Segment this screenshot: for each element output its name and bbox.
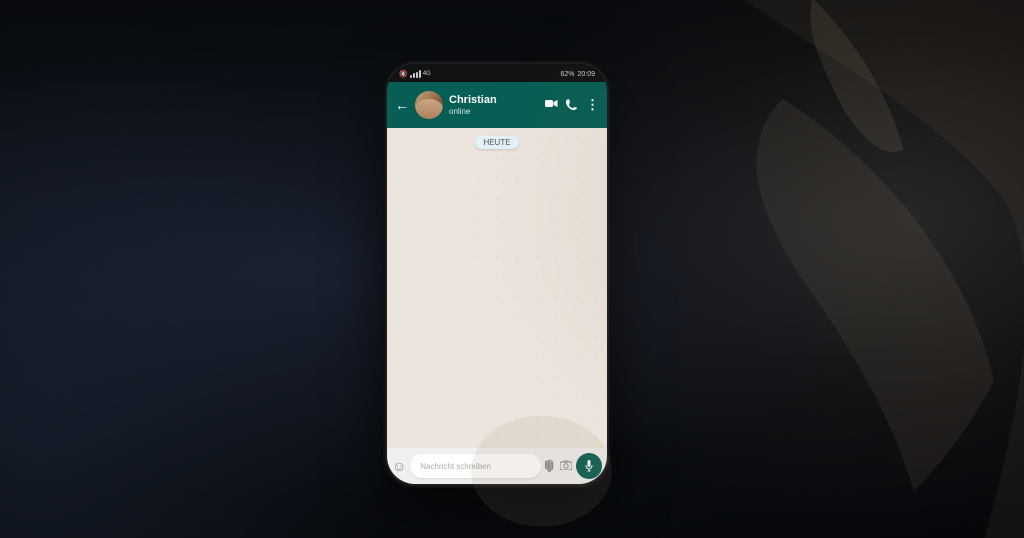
phone-call-button[interactable] (566, 98, 578, 113)
contact-info: Christian online (449, 94, 539, 117)
video-call-button[interactable] (545, 99, 558, 111)
chat-area: HEUTE (387, 128, 607, 448)
message-placeholder: Nachricht schreiben (420, 462, 491, 471)
more-options-button[interactable]: ⋮ (586, 97, 599, 113)
bg-dark-left (0, 0, 389, 538)
time: 20:09 (577, 71, 595, 78)
attach-button[interactable] (542, 457, 560, 475)
avatar-face (415, 99, 443, 119)
back-button[interactable]: ← (395, 98, 409, 112)
emoji-button[interactable]: ☺ (392, 459, 406, 473)
status-bar: 🔇 4G 62% 20:09 (387, 64, 607, 82)
date-badge: HEUTE (475, 136, 518, 149)
message-input[interactable]: Nachricht schreiben (410, 454, 541, 478)
contact-name: Christian (449, 94, 539, 107)
camera-button[interactable] (560, 460, 572, 473)
phone-wrapper: 🔇 4G 62% 20:09 ← (387, 64, 607, 484)
status-bar-left: 🔇 4G (399, 70, 431, 78)
contact-status: online (449, 107, 539, 117)
mic-button[interactable] (576, 453, 602, 479)
signal-bars (410, 70, 421, 78)
status-bar-right: 62% 20:09 (560, 71, 595, 78)
battery-percentage: 62% (560, 71, 574, 78)
network-icon: 4G (423, 71, 431, 77)
scene: 🔇 4G 62% 20:09 ← (0, 0, 1024, 538)
input-area: ☺ Nachricht schreiben (387, 448, 607, 484)
header-actions: ⋮ (545, 97, 599, 113)
whatsapp-header: ← Christian online (387, 82, 607, 128)
mute-icon: 🔇 (399, 70, 408, 78)
phone: 🔇 4G 62% 20:09 ← (387, 64, 607, 484)
avatar (415, 91, 443, 119)
